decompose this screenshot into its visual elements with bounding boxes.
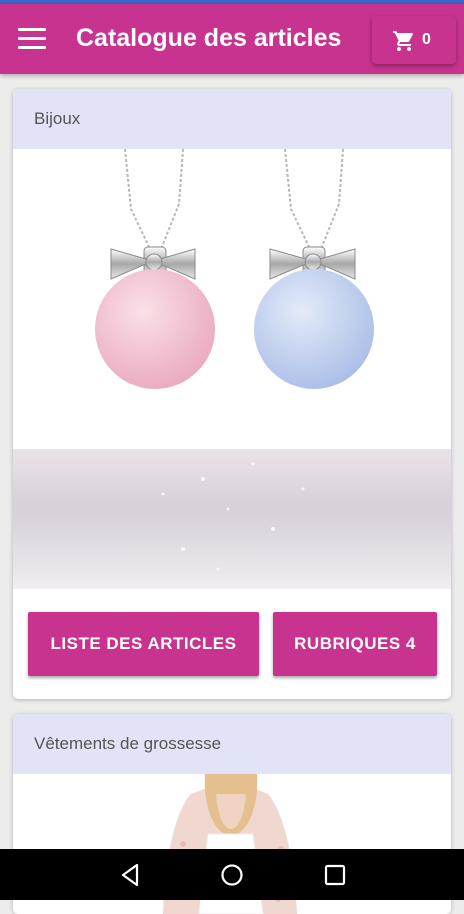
menu-icon[interactable] [18, 28, 46, 50]
category-title: Bijoux [13, 89, 451, 149]
necklaces-illustration [95, 149, 374, 571]
cart-button[interactable]: 0 [372, 16, 456, 64]
category-image[interactable] [13, 149, 451, 589]
cart-icon [393, 31, 414, 51]
page-title: Catalogue des articles [76, 24, 342, 52]
system-nav-bar [0, 849, 464, 900]
rubriques-button[interactable]: RUBRIQUES 4 [273, 612, 437, 676]
recents-icon[interactable] [322, 862, 348, 888]
app-bar: Catalogue des articles 0 [0, 4, 464, 74]
card-actions: LISTE DES ARTICLES RUBRIQUES 4 [13, 589, 451, 699]
home-icon[interactable] [219, 862, 245, 888]
category-title: Vêtements de grossesse [13, 714, 451, 774]
category-card-bijoux: Bijoux LISTE DES ARTICLES RUBRIQUES 4 [13, 89, 451, 699]
cart-count-badge: 0 [422, 31, 431, 48]
back-icon[interactable] [117, 862, 143, 888]
articles-list-button[interactable]: LISTE DES ARTICLES [28, 612, 259, 676]
